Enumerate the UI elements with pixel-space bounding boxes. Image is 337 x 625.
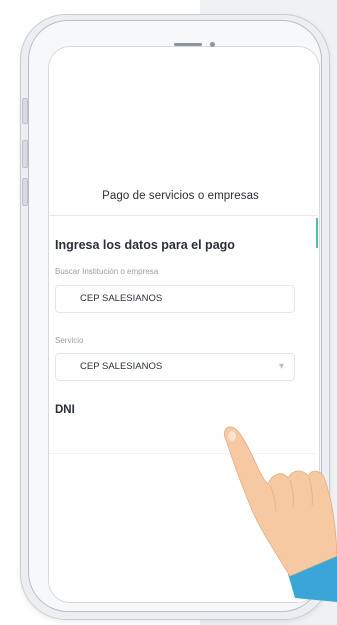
- phone-side-button: [22, 98, 28, 124]
- institution-search-input[interactable]: CEP SALESIANOS: [55, 285, 295, 313]
- screen-top-area: [49, 47, 319, 175]
- chevron-down-icon: ▾: [278, 361, 284, 372]
- service-field-label: Servicio: [55, 336, 84, 345]
- phone-screen: [48, 46, 320, 603]
- stage: Pago de servicios o empresas Ingresa los…: [0, 0, 337, 625]
- content-divider: [49, 453, 317, 454]
- phone-speaker: [174, 43, 202, 46]
- section-title: Ingresa los datos para el pago: [55, 238, 235, 252]
- institution-search-value: CEP SALESIANOS: [80, 293, 163, 304]
- institution-field-label: Buscar Institución o empresa: [55, 267, 159, 276]
- service-select[interactable]: CEP SALESIANOS ▾: [55, 353, 295, 381]
- header-divider: [49, 215, 317, 216]
- page-title: Pago de servicios o empresas: [102, 190, 259, 202]
- accent-edge: [316, 218, 318, 248]
- service-select-value: CEP SALESIANOS: [80, 361, 163, 372]
- phone-camera: [210, 42, 215, 47]
- dni-label: DNI: [55, 404, 75, 416]
- phone-side-button: [22, 140, 28, 168]
